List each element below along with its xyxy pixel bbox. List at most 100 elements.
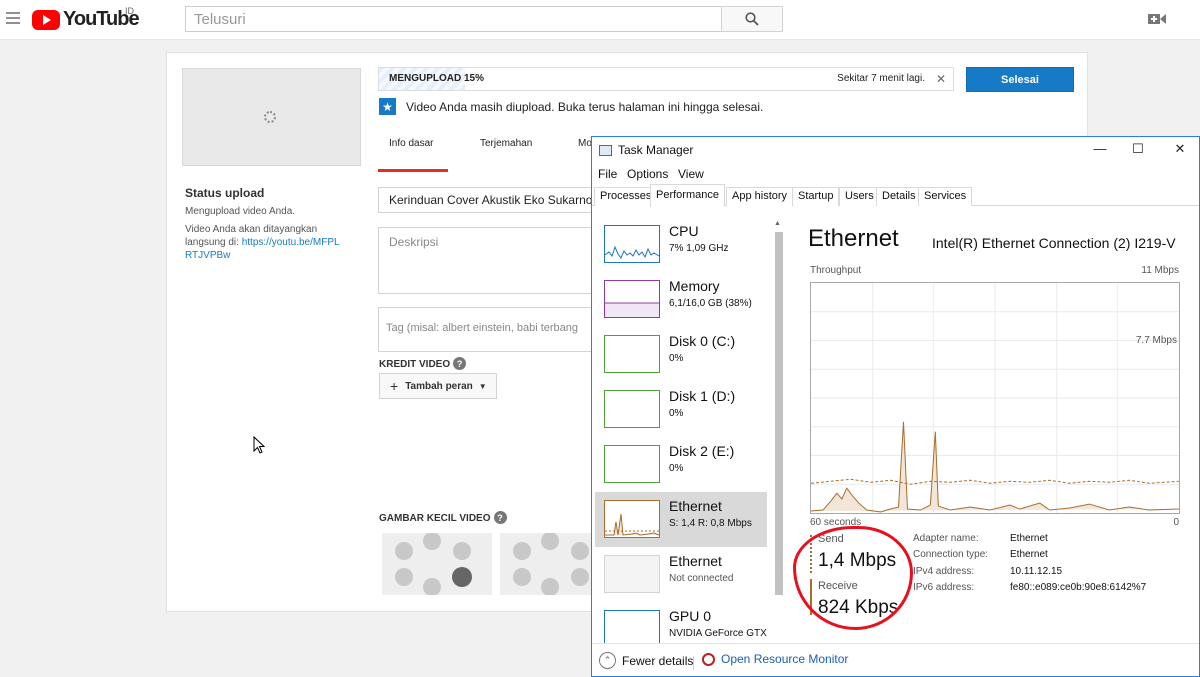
tab-basic-info[interactable]: Info dasar: [389, 138, 433, 149]
memory-mini-graph: [604, 280, 660, 318]
tab-services[interactable]: Services: [918, 187, 973, 206]
resource-detail: NVIDIA GeForce GTX: [669, 628, 767, 639]
resource-detail: 0%: [669, 408, 684, 419]
resource-name: Memory: [669, 278, 720, 294]
disk-1-mini-graph: [604, 390, 660, 428]
tab-translations[interactable]: Terjemahan: [480, 138, 532, 149]
video-credits-header: KREDIT VIDEO?: [379, 356, 467, 371]
menu-view[interactable]: View: [678, 167, 704, 181]
upload-notice: Video Anda masih diupload. Buka terus ha…: [406, 100, 764, 114]
disk-2-mini-graph: [604, 445, 660, 483]
scroll-up-icon[interactable]: ▲: [774, 220, 781, 227]
task-manager-title: Task Manager: [618, 143, 694, 157]
resource-gpu-0[interactable]: GPU 0 NVIDIA GeForce GTX: [595, 602, 767, 644]
dropdown-arrow-icon: ▼: [478, 381, 487, 391]
minimize-button[interactable]: —: [1090, 141, 1110, 157]
resource-cpu[interactable]: CPU 7% 1,09 GHz: [595, 217, 767, 272]
plus-icon: +: [390, 378, 399, 394]
resource-ethernet-selected[interactable]: Ethernet S: 1,4 R: 0,8 Mbps: [595, 492, 767, 547]
open-resource-monitor-link[interactable]: Open Resource Monitor: [702, 652, 848, 666]
resource-name: Disk 0 (C:): [669, 333, 736, 349]
time-zero-label: 0: [1173, 517, 1179, 528]
connection-type-key: Connection type:: [913, 549, 989, 560]
resource-detail: 0%: [669, 353, 684, 364]
adapter-name-key: Adapter name:: [913, 533, 979, 544]
thumbnails-header: GAMBAR KECIL VIDEO?: [379, 510, 507, 525]
resource-list: CPU 7% 1,09 GHz Memory 6,1/16,0 GB (38%)…: [592, 207, 785, 644]
resource-name: CPU: [669, 223, 699, 239]
loading-spinner-icon: [264, 111, 276, 123]
detail-title: Ethernet: [808, 225, 899, 252]
menu-options[interactable]: Options: [627, 167, 668, 181]
close-icon[interactable]: ✕: [936, 72, 946, 86]
country-code: ID: [125, 6, 134, 16]
max-scale-label: 11 Mbps: [1141, 265, 1179, 276]
star-icon: ★: [379, 98, 396, 115]
resource-detail: Not connected: [669, 573, 734, 584]
resource-disk-0[interactable]: Disk 0 (C:) 0%: [595, 327, 767, 382]
upload-progress-bar: MENGUPLOAD 15% Sekitar 7 menit lagi. ✕: [378, 67, 954, 91]
mid-scale-label: 7.7 Mbps: [1135, 335, 1177, 346]
close-window-button[interactable]: ✕: [1170, 141, 1190, 157]
tab-users[interactable]: Users: [839, 187, 880, 206]
resource-monitor-icon: [702, 652, 715, 666]
search-input[interactable]: Telusuri: [185, 6, 722, 32]
help-icon[interactable]: ?: [453, 357, 467, 371]
resource-disk-1[interactable]: Disk 1 (D:) 0%: [595, 382, 767, 437]
task-manager-window: Task Manager — ☐ ✕ File Options View Pro…: [591, 136, 1200, 677]
active-tab-indicator: [378, 169, 448, 172]
throughput-graph: [810, 282, 1180, 514]
thumbnails-label: GAMBAR KECIL VIDEO: [379, 513, 491, 524]
throughput-label: Throughput: [810, 265, 862, 276]
video-title-field[interactable]: Kerinduan Cover Akustik Eko Sukarno: [378, 187, 594, 213]
search-button[interactable]: [721, 6, 783, 32]
maximize-button[interactable]: ☐: [1128, 141, 1148, 157]
upload-status-title: Status upload: [185, 186, 265, 200]
upload-status-text: Mengupload video Anda.: [185, 206, 296, 217]
add-role-label: Tambah peran: [405, 380, 473, 392]
help-icon[interactable]: ?: [493, 511, 507, 525]
adapter-description: Intel(R) Ethernet Connection (2) I219-V: [932, 235, 1176, 251]
youtube-play-icon: [32, 9, 60, 30]
thumbnail-option-2[interactable]: [500, 533, 592, 595]
fewer-details-button[interactable]: ⌃ Fewer details: [599, 652, 693, 669]
task-manager-tabs: Processes Performance App history Startu…: [592, 184, 1199, 207]
tab-performance[interactable]: Performance: [650, 184, 725, 207]
resource-ethernet-2[interactable]: Ethernet Not connected: [595, 547, 767, 602]
resource-detail: 6,1/16,0 GB (38%): [669, 298, 752, 309]
video-credits-label: KREDIT VIDEO: [379, 359, 451, 370]
thumbnail-option-1[interactable]: [382, 533, 492, 595]
tab-processes[interactable]: Processes: [594, 187, 658, 206]
tags-field[interactable]: Tag (misal: albert einstein, babi terban…: [378, 307, 594, 352]
adapter-name-value: Ethernet: [1010, 533, 1048, 544]
description-field[interactable]: Deskripsi: [378, 227, 594, 294]
ethernet-2-mini-graph: [604, 555, 660, 593]
connection-type-value: Ethernet: [1010, 549, 1048, 560]
resource-name: Ethernet: [669, 553, 722, 569]
ethernet-mini-graph: [604, 500, 660, 538]
resource-name: Disk 1 (D:): [669, 388, 736, 404]
task-manager-footer: ⌃ Fewer details Open Resource Monitor: [592, 643, 1199, 676]
tab-app-history[interactable]: App history: [726, 187, 794, 206]
tab-details[interactable]: Details: [876, 187, 922, 206]
add-role-button[interactable]: + Tambah peran ▼: [379, 373, 497, 399]
mouse-pointer-icon: [253, 436, 265, 454]
resource-disk-2[interactable]: Disk 2 (E:) 0%: [595, 437, 767, 492]
scrollbar-thumb[interactable]: [775, 232, 783, 595]
done-button[interactable]: Selesai: [966, 67, 1074, 92]
menu-file[interactable]: File: [598, 167, 617, 181]
tab-more[interactable]: Mo: [578, 138, 592, 149]
resource-detail: 7% 1,09 GHz: [669, 243, 729, 254]
footer-divider: [693, 656, 694, 670]
tab-startup[interactable]: Startup: [792, 187, 840, 206]
ipv6-value: fe80::e089:ce0b:90e8:6142%7: [1010, 582, 1147, 593]
upload-video-icon[interactable]: [1148, 12, 1166, 26]
youtube-logo[interactable]: YouTube: [32, 8, 140, 31]
gpu-mini-graph: [604, 610, 660, 644]
resource-memory[interactable]: Memory 6,1/16,0 GB (38%): [595, 272, 767, 327]
cpu-mini-graph: [604, 225, 660, 263]
resource-name: Ethernet: [669, 498, 722, 514]
hamburger-menu-icon[interactable]: [6, 12, 20, 24]
task-manager-app-icon: [599, 145, 612, 156]
upload-time-remaining: Sekitar 7 menit lagi.: [837, 73, 925, 84]
